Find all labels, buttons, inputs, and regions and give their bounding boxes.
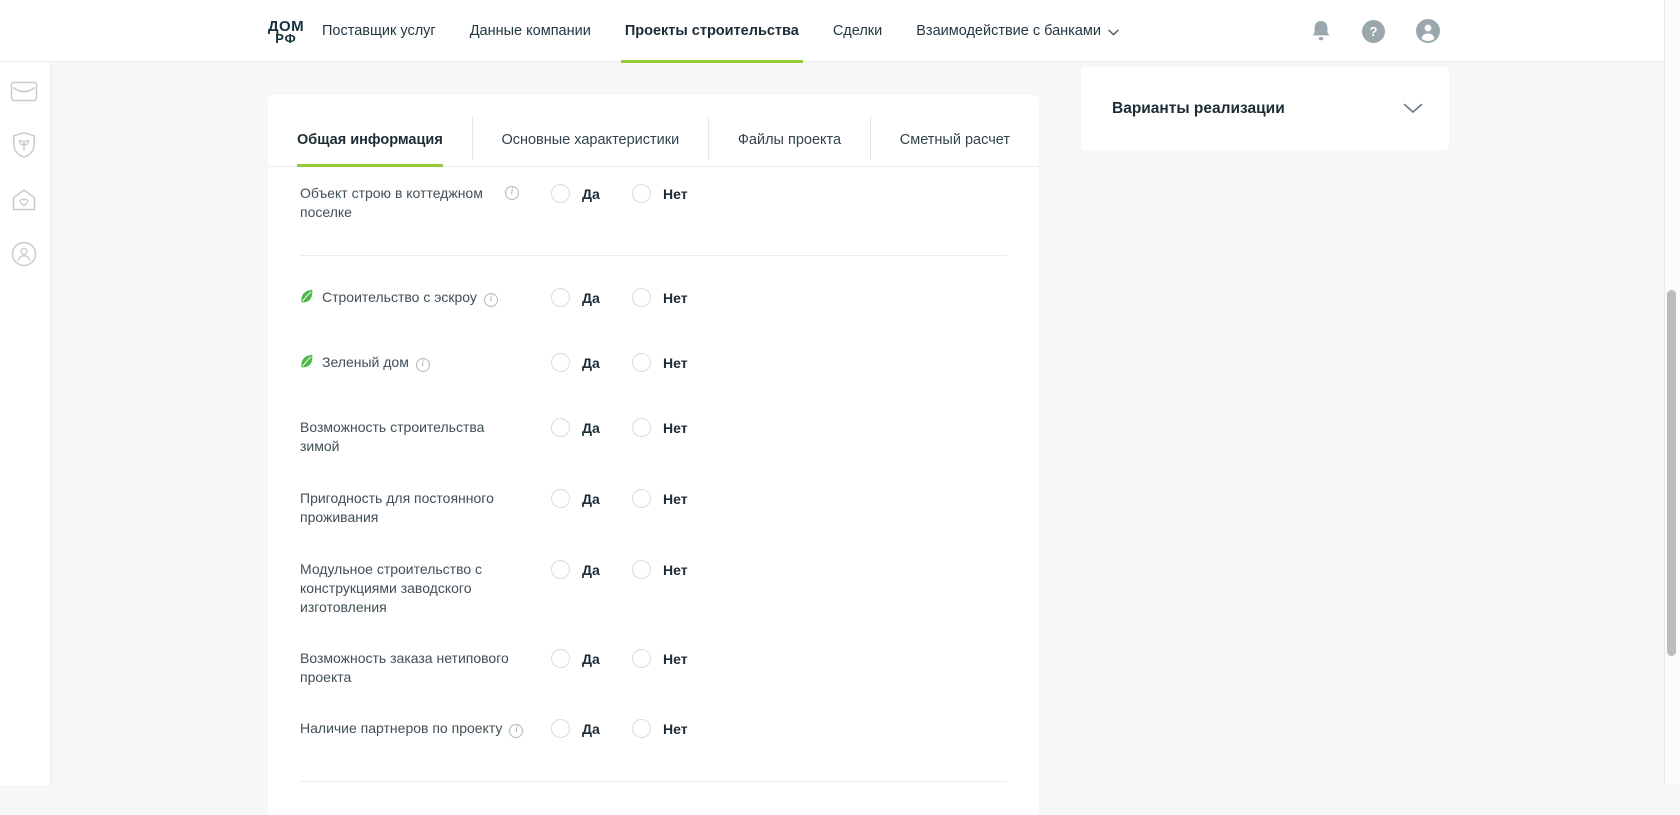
leaf-icon — [300, 354, 313, 369]
tab-main-characteristics[interactable]: Основные характеристики — [472, 132, 708, 166]
row-label: Объект строю в коттеджном поселке — [300, 185, 483, 220]
row-label: Модульное строительство с конструкциями … — [300, 561, 482, 615]
row-label: Зеленый дом — [322, 354, 409, 370]
leaf-icon — [300, 289, 313, 304]
radio-circle[interactable] — [551, 288, 570, 307]
yes-no-form: Объект строю в коттеджном поселке Да Нет — [268, 167, 1039, 782]
section-divider — [300, 781, 1007, 782]
form-row: Возможность заказа нетипового проекта Да… — [300, 649, 1007, 687]
nav-item-company-data[interactable]: Данные компании — [466, 0, 595, 62]
info-icon[interactable] — [505, 186, 519, 200]
radio-circle[interactable] — [632, 184, 651, 203]
radio-circle[interactable] — [551, 184, 570, 203]
tab-estimate[interactable]: Сметный расчет — [871, 132, 1039, 166]
row-label: Пригодность для постоянного проживания — [300, 490, 494, 525]
row-label: Возможность строительства зимой — [300, 419, 484, 454]
info-icon[interactable] — [416, 358, 430, 372]
radio-circle[interactable] — [632, 719, 651, 738]
domrf-logo[interactable]: ДОМ РФ — [268, 13, 304, 51]
form-row: Объект строю в коттеджном поселке Да Нет — [300, 184, 1007, 222]
nav-item-bank-interaction[interactable]: Взаимодействие с банками — [912, 0, 1123, 62]
info-icon[interactable] — [484, 293, 498, 307]
header-actions — [1310, 0, 1441, 62]
tab-general-info[interactable]: Общая информация — [268, 132, 472, 166]
briefcase-icon[interactable] — [9, 76, 39, 106]
row-label: Строительство с эскроу — [322, 289, 477, 305]
radio-yes[interactable]: Да — [551, 560, 600, 579]
bell-icon[interactable] — [1310, 19, 1332, 43]
house-heart-icon[interactable] — [9, 185, 39, 215]
radio-yes[interactable]: Да — [551, 489, 600, 508]
section-divider — [300, 255, 1007, 256]
radio-circle[interactable] — [551, 719, 570, 738]
form-tabs: Общая информация Основные характеристики… — [268, 95, 1039, 167]
radio-circle[interactable] — [632, 418, 651, 437]
radio-no[interactable]: Нет — [632, 418, 688, 437]
radio-yes[interactable]: Да — [551, 184, 600, 203]
radio-yes[interactable]: Да — [551, 649, 600, 668]
form-row: Зеленый дом Да Нет — [300, 353, 1007, 372]
left-icon-sidebar — [0, 62, 51, 785]
tab-project-files[interactable]: Файлы проекта — [709, 132, 870, 166]
radio-yes[interactable]: Да — [551, 418, 600, 437]
radio-yes[interactable]: Да — [551, 288, 600, 307]
vertical-scrollbar-thumb[interactable] — [1667, 290, 1676, 656]
radio-circle[interactable] — [551, 649, 570, 668]
help-icon[interactable] — [1362, 20, 1385, 43]
radio-no[interactable]: Нет — [632, 489, 688, 508]
radio-no[interactable]: Нет — [632, 184, 688, 203]
chevron-down-icon[interactable] — [1403, 103, 1423, 114]
project-form-card: Общая информация Основные характеристики… — [268, 95, 1039, 815]
top-header: ДОМ РФ Поставщик услуг Данные компании П… — [0, 0, 1680, 62]
radio-circle[interactable] — [632, 489, 651, 508]
radio-yes[interactable]: Да — [551, 719, 600, 738]
info-icon[interactable] — [509, 724, 523, 738]
form-row: Наличие партнеров по проекту Да Нет — [300, 719, 1007, 738]
person-badge-icon[interactable] — [9, 239, 39, 269]
radio-no[interactable]: Нет — [632, 288, 688, 307]
radio-yes[interactable]: Да — [551, 353, 600, 372]
radio-no[interactable]: Нет — [632, 560, 688, 579]
radio-circle[interactable] — [632, 353, 651, 372]
radio-no[interactable]: Нет — [632, 719, 688, 738]
form-row: Пригодность для постоянного проживания Д… — [300, 489, 1007, 527]
radio-circle[interactable] — [551, 489, 570, 508]
radio-circle[interactable] — [632, 288, 651, 307]
radio-circle[interactable] — [551, 418, 570, 437]
logo-text-bottom: РФ — [275, 33, 297, 45]
main-nav: Поставщик услуг Данные компании Проекты … — [318, 0, 1149, 62]
radio-circle[interactable] — [632, 560, 651, 579]
radio-circle[interactable] — [551, 353, 570, 372]
panel-title: Варианты реализации — [1112, 100, 1285, 118]
row-label: Возможность заказа нетипового проекта — [300, 650, 509, 685]
radio-circle[interactable] — [551, 560, 570, 579]
nav-item-supplier[interactable]: Поставщик услуг — [318, 0, 440, 62]
chevron-down-icon — [1108, 29, 1119, 36]
radio-no[interactable]: Нет — [632, 649, 688, 668]
shield-icon[interactable] — [9, 130, 39, 160]
row-label: Наличие партнеров по проекту — [300, 720, 502, 736]
avatar-icon[interactable] — [1415, 18, 1441, 44]
radio-no[interactable]: Нет — [632, 353, 688, 372]
form-row: Строительство с эскроу Да Нет — [300, 288, 1007, 307]
form-row: Модульное строительство с конструкциями … — [300, 560, 1007, 617]
vertical-scrollbar-track[interactable] — [1664, 0, 1680, 785]
implementation-options-panel[interactable]: Варианты реализации — [1081, 67, 1449, 150]
nav-item-construction-projects[interactable]: Проекты строительства — [621, 0, 803, 62]
nav-item-deals[interactable]: Сделки — [829, 0, 886, 62]
form-row: Возможность строительства зимой Да Нет — [300, 418, 1007, 456]
radio-circle[interactable] — [632, 649, 651, 668]
